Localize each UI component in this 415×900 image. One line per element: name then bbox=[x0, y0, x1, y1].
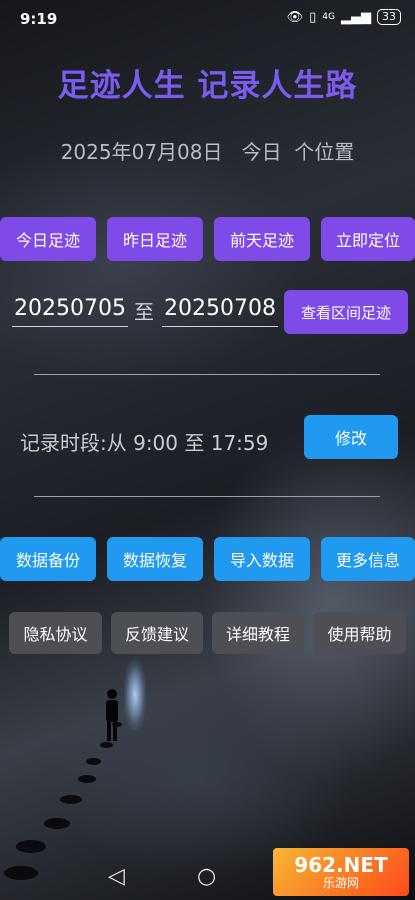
backup-button[interactable]: 数据备份 bbox=[0, 537, 96, 581]
date-summary: 2025年07月08日 今日 个位置 bbox=[60, 140, 355, 164]
yesterday-footprint-button[interactable]: 昨日足迹 bbox=[107, 217, 203, 261]
end-date-field[interactable]: 20250708 bbox=[162, 292, 278, 327]
signal-label: 4G bbox=[322, 12, 335, 22]
footprint bbox=[60, 795, 82, 804]
record-period-label: 记录时段:从 9:00 至 17:59 bbox=[20, 431, 269, 455]
footprint bbox=[112, 722, 122, 727]
day-before-footprint-button[interactable]: 前天足迹 bbox=[214, 217, 310, 261]
divider bbox=[34, 496, 380, 497]
walker-silhouette bbox=[106, 689, 118, 741]
privacy-button[interactable]: 隐私协议 bbox=[9, 612, 102, 654]
eye-icon: 👁 bbox=[286, 9, 304, 25]
tutorial-button[interactable]: 详细教程 bbox=[212, 612, 304, 654]
view-range-button[interactable]: 查看区间足迹 bbox=[284, 290, 408, 334]
app-title: 足迹人生 记录人生路 bbox=[57, 68, 358, 104]
today-footprint-button[interactable]: 今日足迹 bbox=[0, 217, 96, 261]
footprint bbox=[100, 742, 113, 748]
watermark-main: 962.NET bbox=[294, 853, 388, 877]
vibrate-icon: ▯ bbox=[309, 9, 317, 25]
status-time: 9:19 bbox=[20, 10, 58, 28]
watermark-sub: 乐游网 bbox=[322, 876, 359, 890]
help-button[interactable]: 使用帮助 bbox=[313, 612, 406, 654]
footprint bbox=[4, 866, 38, 880]
edit-button[interactable]: 修改 bbox=[304, 415, 398, 459]
battery-icon: 33 bbox=[377, 9, 401, 25]
footprint bbox=[44, 818, 70, 829]
feedback-button[interactable]: 反馈建议 bbox=[111, 612, 203, 654]
site-watermark: 962.NET 乐游网 bbox=[273, 848, 409, 896]
restore-button[interactable]: 数据恢复 bbox=[107, 537, 203, 581]
start-date-field[interactable]: 20250705 bbox=[12, 292, 128, 327]
range-separator: 至 bbox=[134, 300, 154, 324]
import-button[interactable]: 导入数据 bbox=[214, 537, 310, 581]
home-nav-icon[interactable]: ○ bbox=[197, 864, 216, 889]
light-beam bbox=[124, 660, 146, 730]
signal-icon: ▂▄▆ bbox=[341, 9, 371, 25]
footprint bbox=[86, 758, 101, 765]
footprint bbox=[16, 840, 46, 853]
back-nav-icon[interactable]: ◁ bbox=[108, 864, 125, 889]
footprint bbox=[78, 775, 96, 783]
status-icons: 👁 ▯ 4G ▂▄▆ 33 bbox=[287, 9, 401, 25]
locate-now-button[interactable]: 立即定位 bbox=[321, 217, 415, 261]
more-info-button[interactable]: 更多信息 bbox=[321, 537, 415, 581]
divider bbox=[34, 374, 380, 375]
